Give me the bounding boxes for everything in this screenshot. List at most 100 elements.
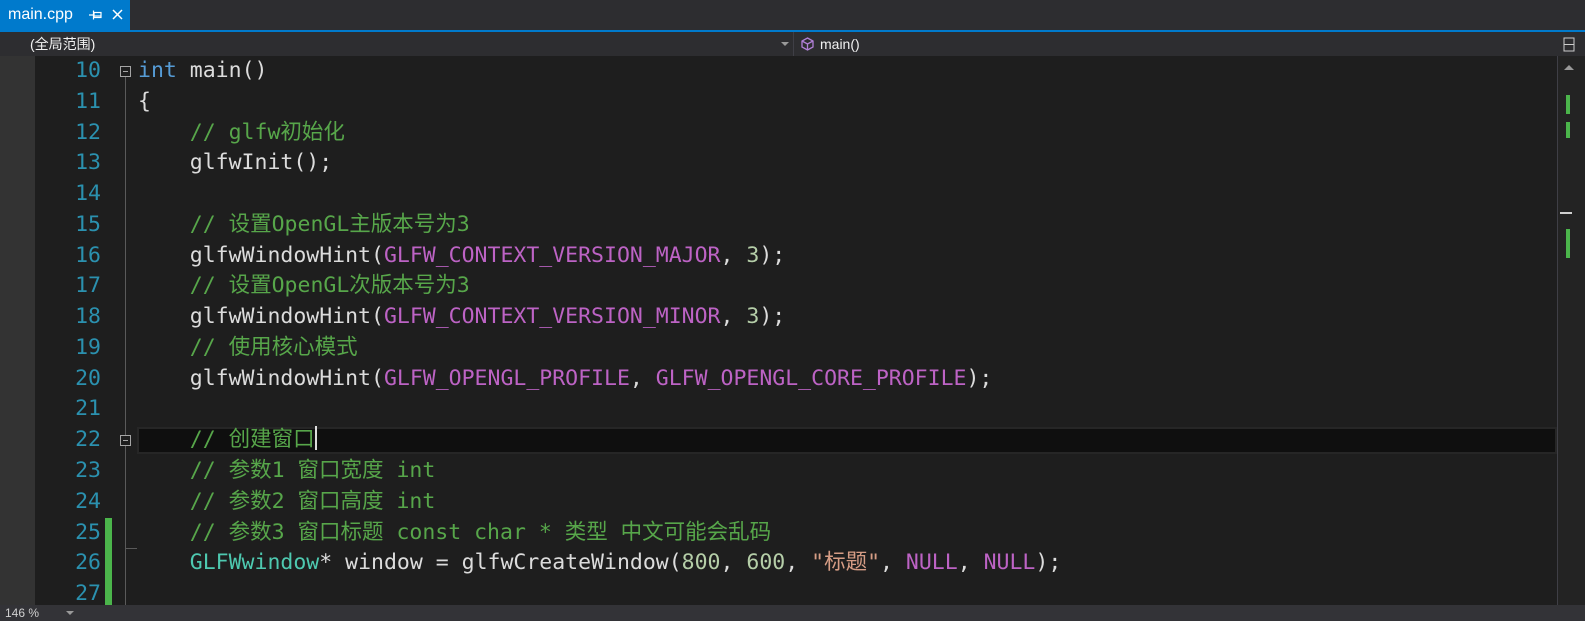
change-indicator [105, 579, 112, 605]
pin-icon-stroke [93, 11, 102, 19]
zoom-dropdown[interactable]: 146 % [0, 605, 80, 621]
plain-token: { [138, 88, 151, 114]
close-icon[interactable] [111, 8, 124, 21]
minus-icon [123, 440, 128, 442]
vertical-scrollbar[interactable] [1557, 56, 1585, 605]
comment-token: // 参数3 窗口标题 const char * 类型 中文可能会乱码 [189, 519, 772, 545]
scope-dropdown[interactable]: (全局范围) [0, 32, 794, 56]
code-text: // 参数3 窗口标题 const char * 类型 中文可能会乱码 [138, 518, 771, 549]
plain-token: glfwWindowHint( [138, 365, 384, 391]
code-text: glfwWindowHint(GLFW_CONTEXT_VERSION_MINO… [138, 302, 785, 333]
method-cube-icon [801, 37, 814, 51]
code-line[interactable]: 23 // 参数1 窗口宽度 int [0, 456, 1557, 487]
comment-token: // 创建窗口 [189, 427, 315, 453]
collapse-toggle[interactable] [120, 66, 131, 77]
code-text: // 设置OpenGL主版本号为3 [138, 210, 470, 241]
code-text: // glfw初始化 [138, 118, 345, 149]
code-text: // 参数2 窗口高度 int [138, 487, 436, 518]
code-line[interactable]: 27 [0, 579, 1557, 605]
collapse-toggle[interactable] [120, 435, 131, 447]
line-number: 27 [75, 581, 101, 605]
tab-bar: main.cpp [0, 0, 1585, 30]
code-line[interactable]: 15 // 设置OpenGL主版本号为3 [0, 210, 1557, 241]
code-line[interactable]: 19 // 使用核心模式 [0, 333, 1557, 364]
tab-main-cpp[interactable]: main.cpp [0, 0, 130, 30]
code-text: { [138, 87, 151, 118]
keyword-token: int [138, 58, 177, 83]
code-text: // 设置OpenGL次版本号为3 [138, 271, 470, 302]
code-line[interactable]: 20 glfwWindowHint(GLFW_OPENGL_PROFILE, G… [0, 364, 1557, 395]
minus-icon [123, 71, 128, 72]
line-number: 24 [75, 488, 101, 514]
number-token: 3 [746, 304, 760, 330]
pin-icon[interactable] [89, 9, 103, 21]
code-line[interactable]: 11 { [0, 87, 1557, 118]
line-number: 18 [75, 304, 101, 330]
code-line[interactable]: 24 // 参数2 窗口高度 int [0, 487, 1557, 518]
code-line[interactable]: 13 glfwInit(); [0, 148, 1557, 179]
line-number: 21 [75, 396, 101, 422]
type-token: GLFWwindow [189, 550, 320, 576]
text-caret [314, 426, 317, 451]
scroll-marker-caret [1560, 212, 1572, 214]
split-window-icon[interactable] [1556, 36, 1582, 53]
code-line[interactable]: 14 [0, 179, 1557, 210]
scroll-up-icon[interactable] [1564, 65, 1574, 70]
code-line[interactable]: 17 // 设置OpenGL次版本号为3 [0, 271, 1557, 302]
comment-token: // 设置OpenGL主版本号为3 [189, 211, 470, 237]
macro-token: GLFW_OPENGL_CORE_PROFILE [655, 365, 967, 391]
line-number: 25 [75, 519, 101, 545]
plain-token: ); [1035, 550, 1062, 576]
code-line[interactable]: 16 glfwWindowHint(GLFW_CONTEXT_VERSION_M… [0, 241, 1557, 272]
comment-token: // 参数1 窗口宽度 int [189, 458, 436, 483]
code-text: int main() [138, 56, 267, 87]
plain-token: , [720, 550, 747, 576]
code-line[interactable]: 22 // 创建窗口 [0, 425, 1557, 456]
line-number: 17 [75, 273, 101, 299]
plain-token: ); [966, 365, 993, 391]
plain-token: glfwWindowHint( [138, 304, 384, 330]
line-number: 26 [75, 550, 101, 576]
code-text: glfwInit(); [138, 148, 332, 179]
plain-token: , [720, 242, 747, 268]
line-number: 10 [75, 58, 101, 83]
code-line[interactable]: 21 [0, 394, 1557, 425]
code-text: // 创建窗口 [138, 425, 317, 456]
current-line-highlight [137, 427, 1557, 454]
line-number: 16 [75, 242, 101, 268]
code-line[interactable]: 25 // 参数3 窗口标题 const char * 类型 中文可能会乱码 [0, 517, 1557, 550]
code-text: GLFWwindow* window = glfwCreateWindow(80… [138, 548, 1061, 579]
line-number: 23 [75, 458, 101, 483]
macro-token: GLFW_CONTEXT_VERSION_MINOR [383, 304, 721, 330]
member-label: main() [820, 36, 860, 52]
scroll-marker-change [1566, 229, 1570, 258]
number-token: 3 [746, 242, 760, 268]
code-line[interactable]: 26 GLFWwindow* window = glfwCreateWindow… [0, 548, 1557, 580]
scope-label: (全局范围) [30, 36, 96, 52]
code-editor[interactable]: 10 int main() 11 {12 // glfw初始化 13 glfwInit(… [0, 56, 1585, 605]
code-text: glfwWindowHint(GLFW_OPENGL_PROFILE, GLFW… [138, 364, 993, 395]
plain-token: ); [759, 304, 786, 330]
code-line[interactable]: 10 int main() [0, 56, 1557, 87]
code-line[interactable]: 12 // glfw初始化 [0, 118, 1557, 149]
change-indicator [105, 517, 112, 550]
code-line[interactable]: 18 glfwWindowHint(GLFW_CONTEXT_VERSION_M… [0, 302, 1557, 333]
line-number: 20 [75, 365, 101, 391]
line-number: 11 [75, 88, 101, 114]
member-dropdown[interactable]: main() [796, 32, 1554, 56]
line-number: 19 [75, 334, 101, 360]
comment-token: // glfw初始化 [189, 119, 345, 145]
plain-token: glfwInit(); [138, 150, 333, 176]
scroll-marker-change [1566, 95, 1570, 114]
editor-status-bar: 146 % [0, 605, 1585, 621]
navigation-bar: (全局范围) main() [0, 32, 1585, 56]
plain-token: , [957, 550, 984, 576]
code-text: // 使用核心模式 [138, 333, 358, 364]
